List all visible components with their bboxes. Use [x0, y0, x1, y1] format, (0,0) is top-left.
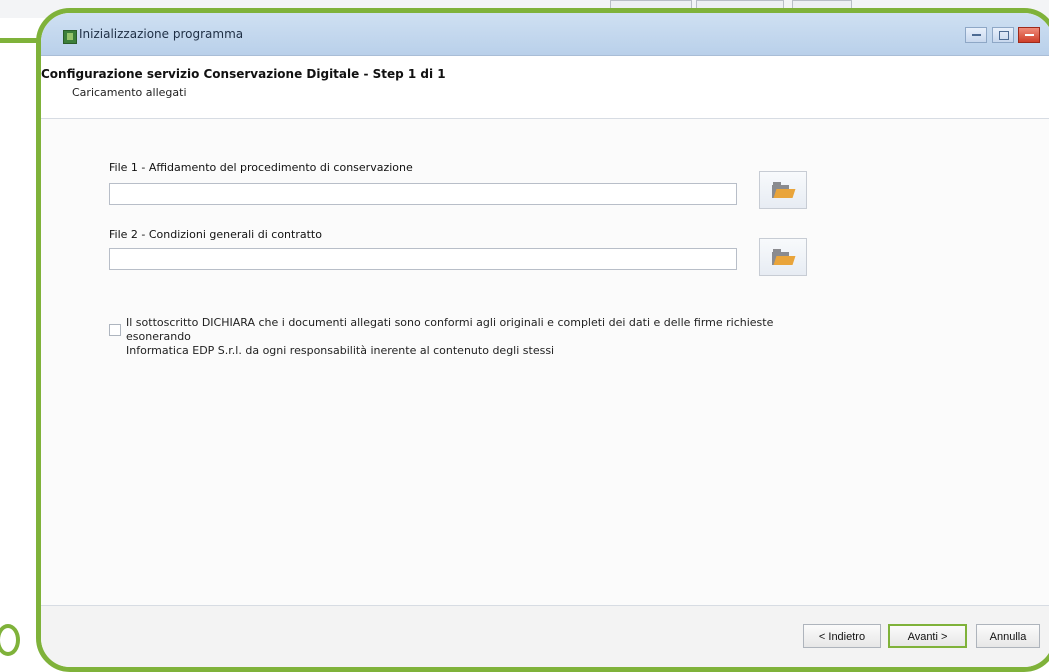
dialog-window: Inizializzazione programma Configurazion…	[36, 8, 1049, 672]
close-button[interactable]	[1018, 27, 1040, 43]
browse-file-2-button[interactable]	[759, 238, 807, 276]
browse-file-1-button[interactable]	[759, 171, 807, 209]
minimize-icon	[972, 34, 981, 36]
step-title: Configurazione servizio Conservazione Di…	[41, 67, 446, 81]
wizard-footer: < Indietro Avanti > Annulla	[41, 605, 1049, 667]
file-1-field[interactable]	[109, 183, 737, 205]
window-title: Inizializzazione programma	[79, 27, 244, 41]
close-icon	[1025, 34, 1034, 36]
folder-open-icon	[772, 182, 796, 198]
step-subtitle: Caricamento allegati	[72, 86, 187, 99]
maximize-icon	[999, 31, 1009, 40]
file-2-field[interactable]	[109, 248, 737, 270]
wizard-header: Configurazione servizio Conservazione Di…	[41, 56, 1049, 119]
minimize-button[interactable]	[965, 27, 987, 43]
declaration-checkbox[interactable]	[109, 324, 121, 336]
wizard-content: File 1 - Affidamento del procedimento di…	[41, 119, 1049, 606]
title-bar: Inizializzazione programma	[41, 13, 1049, 56]
folder-open-icon	[772, 249, 796, 265]
file-1-label: File 1 - Affidamento del procedimento di…	[109, 161, 413, 174]
file-2-label: File 2 - Condizioni generali di contratt…	[109, 228, 322, 241]
maximize-button[interactable]	[992, 27, 1014, 43]
highlight-marker	[0, 624, 20, 656]
declaration-text: Il sottoscritto DICHIARA che i documenti…	[126, 316, 796, 358]
cancel-button[interactable]: Annulla	[976, 624, 1040, 648]
declaration-line-2: Informatica EDP S.r.l. da ogni responsab…	[126, 344, 555, 357]
declaration-line-1: Il sottoscritto DICHIARA che i documenti…	[126, 316, 774, 343]
back-button[interactable]: < Indietro	[803, 624, 881, 648]
next-button[interactable]: Avanti >	[888, 624, 967, 648]
program-icon	[63, 30, 77, 44]
